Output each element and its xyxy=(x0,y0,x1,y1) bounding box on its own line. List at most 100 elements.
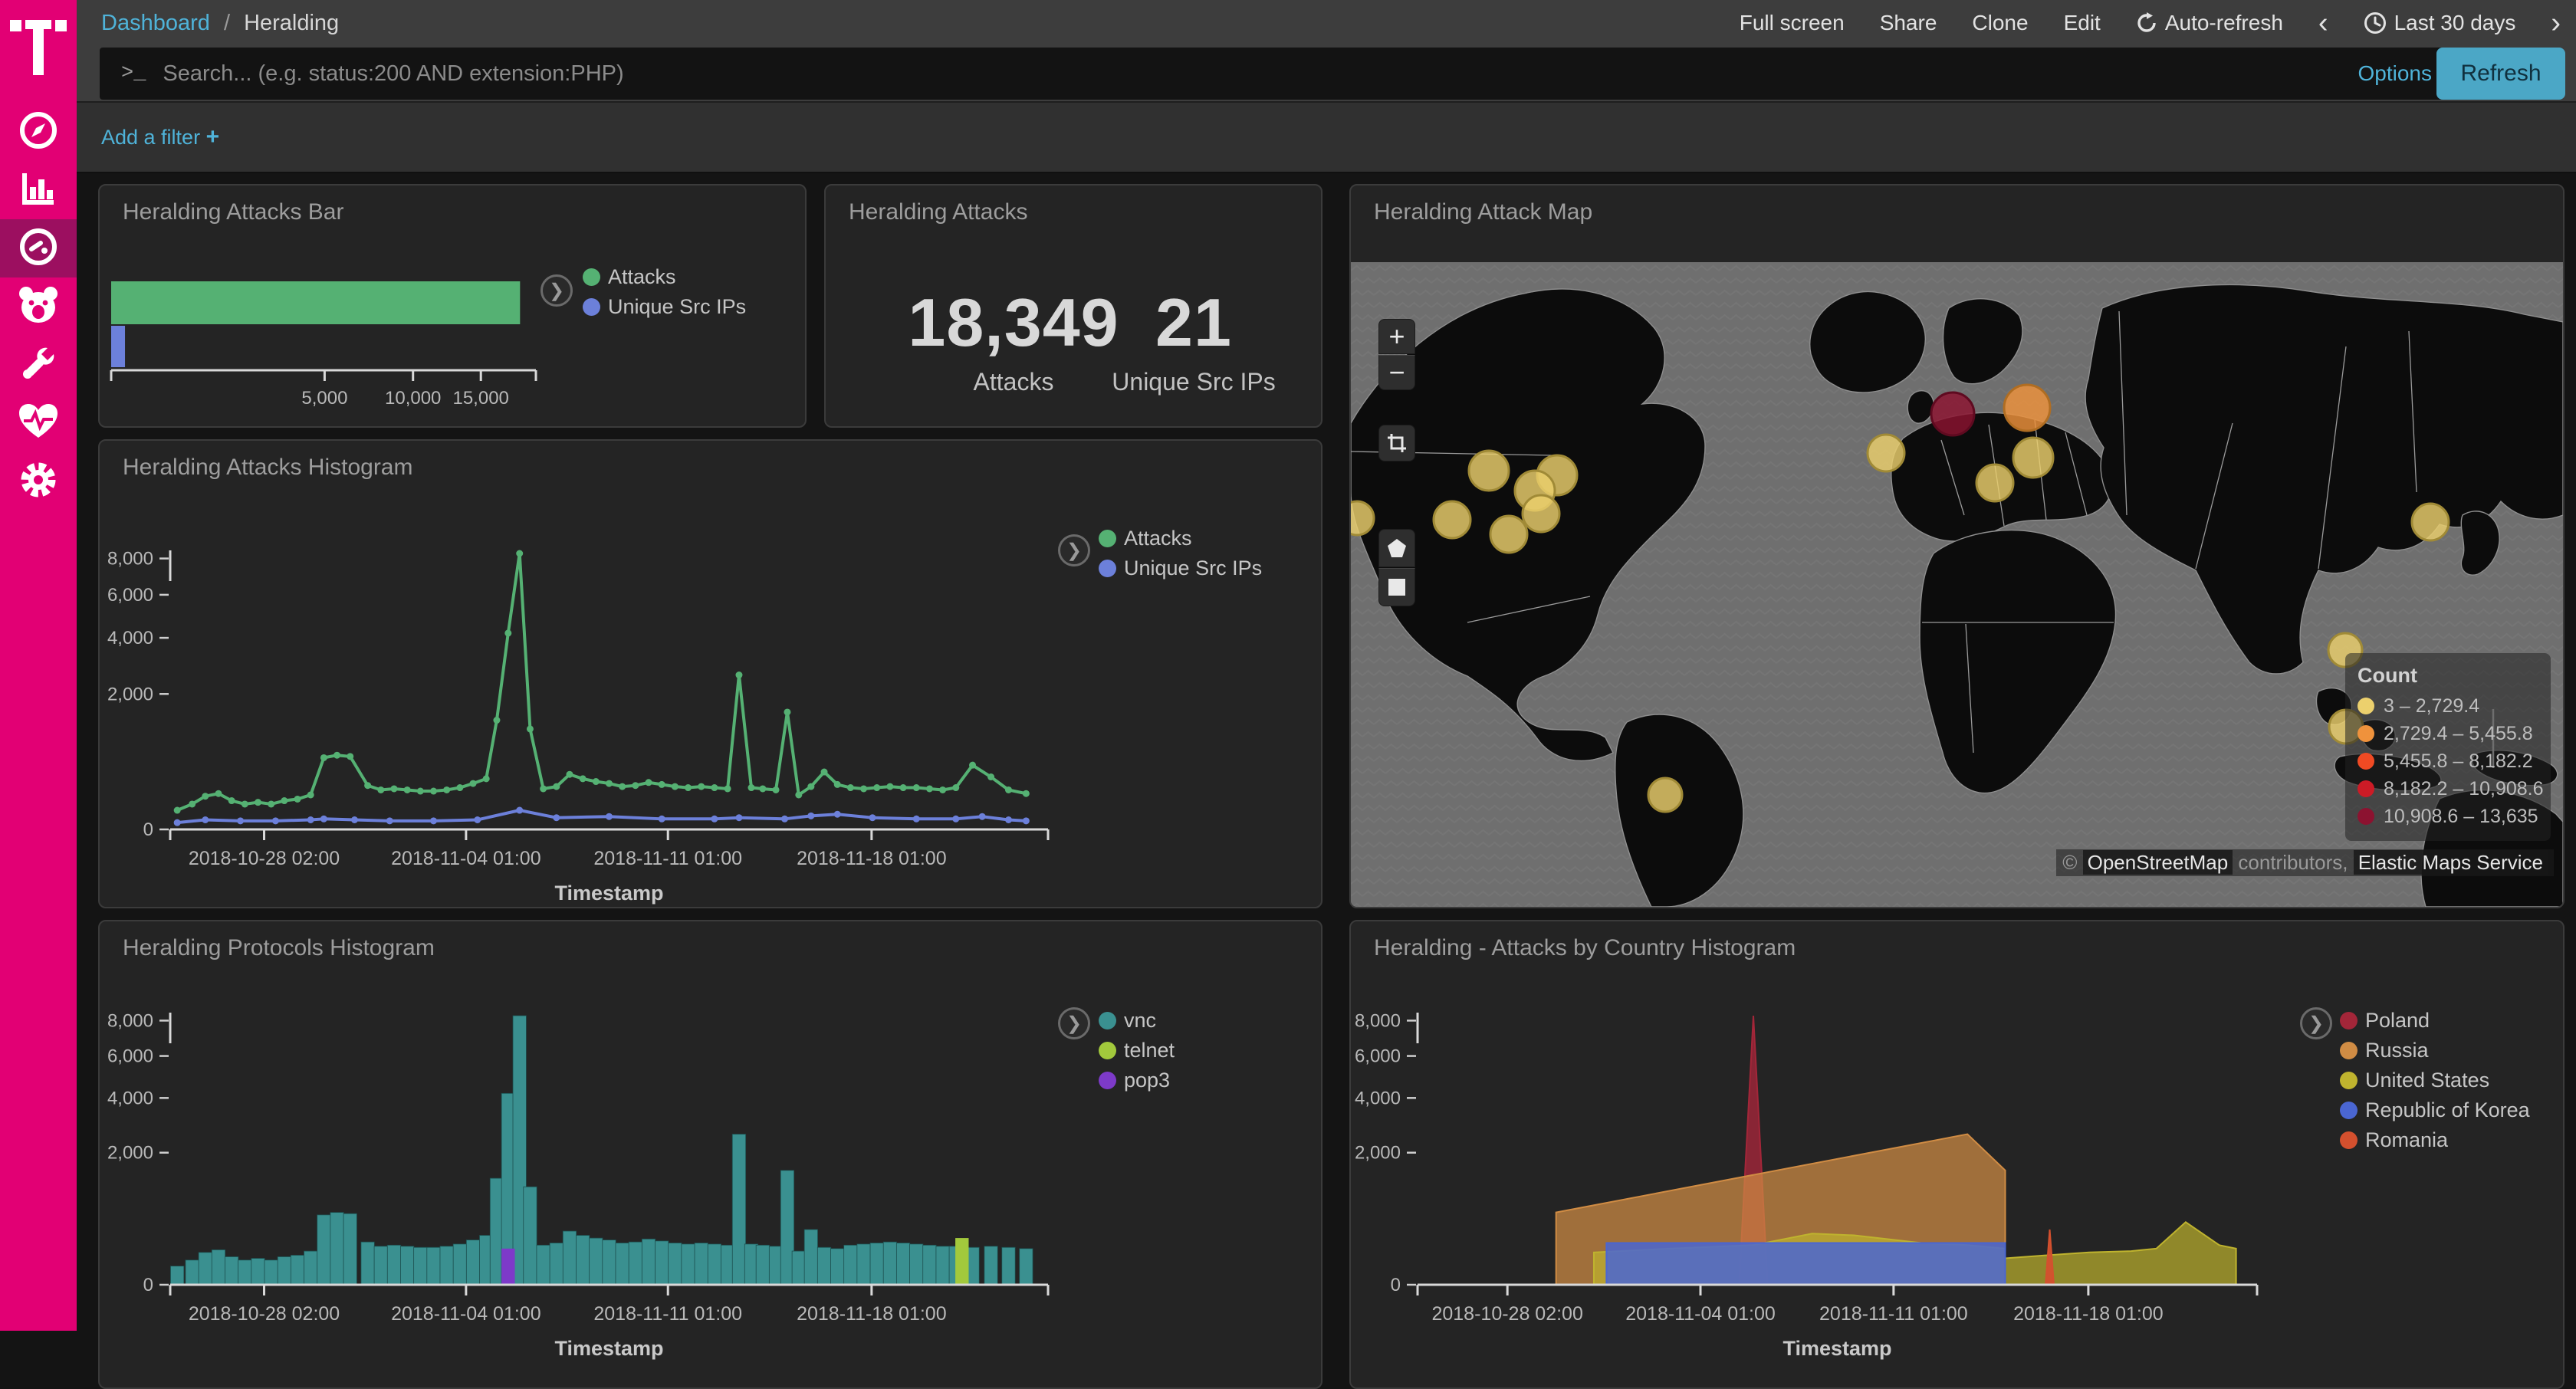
legend-item-vnc[interactable]: vnc xyxy=(1099,1006,1175,1036)
legend-label: vnc xyxy=(1124,1009,1156,1033)
legend-color-dot xyxy=(2340,1131,2358,1149)
map-legend-item: 8,182.2 – 10,908.6 xyxy=(2358,775,2538,803)
heartbeat-icon xyxy=(18,402,59,445)
map-rectangle-tool-button[interactable] xyxy=(1378,568,1415,606)
attack-location-dot[interactable] xyxy=(1648,778,1682,812)
attacks-histogram-chart[interactable]: 02,0004,0006,0008,0002018-10-28 02:00201… xyxy=(100,441,1321,907)
refresh-cycle-icon xyxy=(2136,12,2157,34)
attack-location-dot[interactable] xyxy=(1523,495,1559,532)
map-zoom-out-button[interactable]: − xyxy=(1378,355,1415,390)
time-forward-chevron[interactable]: › xyxy=(2551,8,2561,38)
legend-color-dot xyxy=(2340,1072,2358,1089)
attack-location-dot[interactable] xyxy=(1976,465,2013,501)
attack-location-dot[interactable] xyxy=(2412,504,2449,540)
sidebar-item-t-pot[interactable] xyxy=(0,277,77,336)
legend-toggle-icon[interactable]: ❯ xyxy=(2300,1007,2332,1039)
breadcrumb-dashboard-link[interactable]: Dashboard xyxy=(101,11,210,35)
legend-item-poland[interactable]: Poland xyxy=(2340,1006,2530,1036)
panel-heralding-attacks-histogram: Heralding Attacks Histogram 02,0004,0006… xyxy=(98,439,1322,908)
query-options-link[interactable]: Options xyxy=(2358,61,2433,86)
svg-text:Timestamp: Timestamp xyxy=(554,1337,663,1360)
metric-label: Unique Src IPs xyxy=(1094,368,1293,396)
attack-location-dot[interactable] xyxy=(2004,385,2050,431)
attack-location-dot[interactable] xyxy=(1931,392,1974,435)
panel-heralding-attacks-metric: Heralding Attacks 18,349 Attacks 21 Uniq… xyxy=(824,184,1322,428)
telekom-logo[interactable] xyxy=(0,11,77,84)
time-back-chevron[interactable]: ‹ xyxy=(2318,8,2328,38)
attack-location-dot[interactable] xyxy=(1490,516,1527,553)
bucket-color-dot xyxy=(2358,808,2374,825)
sidebar-item-management[interactable] xyxy=(0,452,77,511)
map-legend-title: Count xyxy=(2358,664,2538,688)
legend-label: Attacks xyxy=(608,265,676,289)
svg-text:2,000: 2,000 xyxy=(107,1143,153,1164)
legend-color-dot xyxy=(1099,1012,1116,1029)
bucket-range: 10,908.6 – 13,635 xyxy=(2384,806,2538,828)
legend-toggle-icon[interactable]: ❯ xyxy=(1058,1007,1090,1039)
legend-item-unique-src-ips[interactable]: Unique Src IPs xyxy=(1099,553,1262,583)
legend-toggle-icon[interactable]: ❯ xyxy=(540,274,573,307)
svg-text:6,000: 6,000 xyxy=(107,1046,153,1067)
bucket-range: 8,182.2 – 10,908.6 xyxy=(2384,778,2544,800)
legend-label: Unique Src IPs xyxy=(608,295,746,319)
legend-item-unique-src-ips[interactable]: Unique Src IPs xyxy=(583,292,746,322)
svg-text:6,000: 6,000 xyxy=(107,585,153,606)
sidebar-item-discover[interactable] xyxy=(0,103,77,161)
legend-color-dot xyxy=(2340,1042,2358,1059)
sidebar-item-monitoring[interactable] xyxy=(0,394,77,452)
svg-text:4,000: 4,000 xyxy=(107,1088,153,1108)
map-zoom-in-button[interactable]: + xyxy=(1378,319,1415,354)
svg-text:4,000: 4,000 xyxy=(1355,1088,1401,1108)
legend-item-pop3[interactable]: pop3 xyxy=(1099,1066,1175,1095)
refresh-button[interactable]: Refresh xyxy=(2436,48,2565,100)
legend-item-republic-of-korea[interactable]: Republic of Korea xyxy=(2340,1095,2530,1125)
fullscreen-button[interactable]: Full screen xyxy=(1740,11,1845,35)
world-map[interactable]: + − Count 3 – 2,729.42,729.4 – 5,455.85,… xyxy=(1351,262,2563,907)
legend-color-dot xyxy=(1099,1072,1116,1089)
legend-toggle-icon[interactable]: ❯ xyxy=(1058,534,1090,566)
legend-color-dot xyxy=(2340,1102,2358,1119)
map-fit-bounds-button[interactable] xyxy=(1378,425,1415,461)
legend-item-attacks[interactable]: Attacks xyxy=(583,262,746,292)
sidebar-item-dev-tools[interactable] xyxy=(0,336,77,394)
svg-text:2018-10-28 02:00: 2018-10-28 02:00 xyxy=(189,1303,340,1325)
attack-location-dot[interactable] xyxy=(1469,451,1509,491)
bucket-color-dot xyxy=(2358,725,2374,742)
top-navigation-bar: Dashboard / Heralding Full screen Share … xyxy=(77,0,2576,46)
svg-text:2,000: 2,000 xyxy=(1355,1143,1401,1164)
filter-bar: Add a filter + xyxy=(77,101,2576,173)
svg-text:2018-10-28 02:00: 2018-10-28 02:00 xyxy=(189,848,340,869)
clone-button[interactable]: Clone xyxy=(1972,11,2028,35)
svg-text:2018-11-04 01:00: 2018-11-04 01:00 xyxy=(391,1303,541,1325)
bar-chart-icon xyxy=(18,169,58,212)
legend-item-attacks[interactable]: Attacks xyxy=(1099,524,1262,553)
svg-text:6,000: 6,000 xyxy=(1355,1046,1401,1067)
bucket-range: 2,729.4 – 5,455.8 xyxy=(2384,723,2533,745)
svg-text:8,000: 8,000 xyxy=(1355,1010,1401,1031)
osm-link[interactable]: OpenStreetMap xyxy=(2083,850,2233,875)
legend-item-russia[interactable]: Russia xyxy=(2340,1036,2530,1066)
time-range-picker[interactable]: Last 30 days xyxy=(2364,11,2516,35)
svg-text:2018-11-11 01:00: 2018-11-11 01:00 xyxy=(1819,1303,1968,1325)
share-button[interactable]: Share xyxy=(1880,11,1937,35)
search-input[interactable] xyxy=(163,61,2358,87)
map-legend-item: 5,455.8 – 8,182.2 xyxy=(2358,747,2538,775)
sidebar-item-visualize[interactable] xyxy=(0,161,77,219)
add-filter-link[interactable]: Add a filter + xyxy=(101,124,219,150)
sidebar-item-dashboard[interactable] xyxy=(0,219,77,277)
legend-item-romania[interactable]: Romania xyxy=(2340,1125,2530,1155)
auto-refresh-button[interactable]: Auto-refresh xyxy=(2136,11,2283,35)
map-polygon-tool-button[interactable] xyxy=(1378,529,1415,567)
edit-button[interactable]: Edit xyxy=(2064,11,2101,35)
attack-location-dot[interactable] xyxy=(2013,438,2053,478)
protocols-histogram-chart[interactable]: 02,0004,0006,0008,0002018-10-28 02:00201… xyxy=(100,921,1321,1387)
ems-link[interactable]: Elastic Maps Service xyxy=(2354,850,2548,875)
attack-location-dot[interactable] xyxy=(1434,501,1470,538)
legend-item-telnet[interactable]: telnet xyxy=(1099,1036,1175,1066)
svg-text:Timestamp: Timestamp xyxy=(1783,1337,1891,1360)
wrench-icon xyxy=(18,343,58,387)
attack-location-dot[interactable] xyxy=(1351,501,1374,535)
bucket-color-dot xyxy=(2358,698,2374,714)
legend-item-united-states[interactable]: United States xyxy=(2340,1066,2530,1095)
attack-location-dot[interactable] xyxy=(1868,435,1904,471)
